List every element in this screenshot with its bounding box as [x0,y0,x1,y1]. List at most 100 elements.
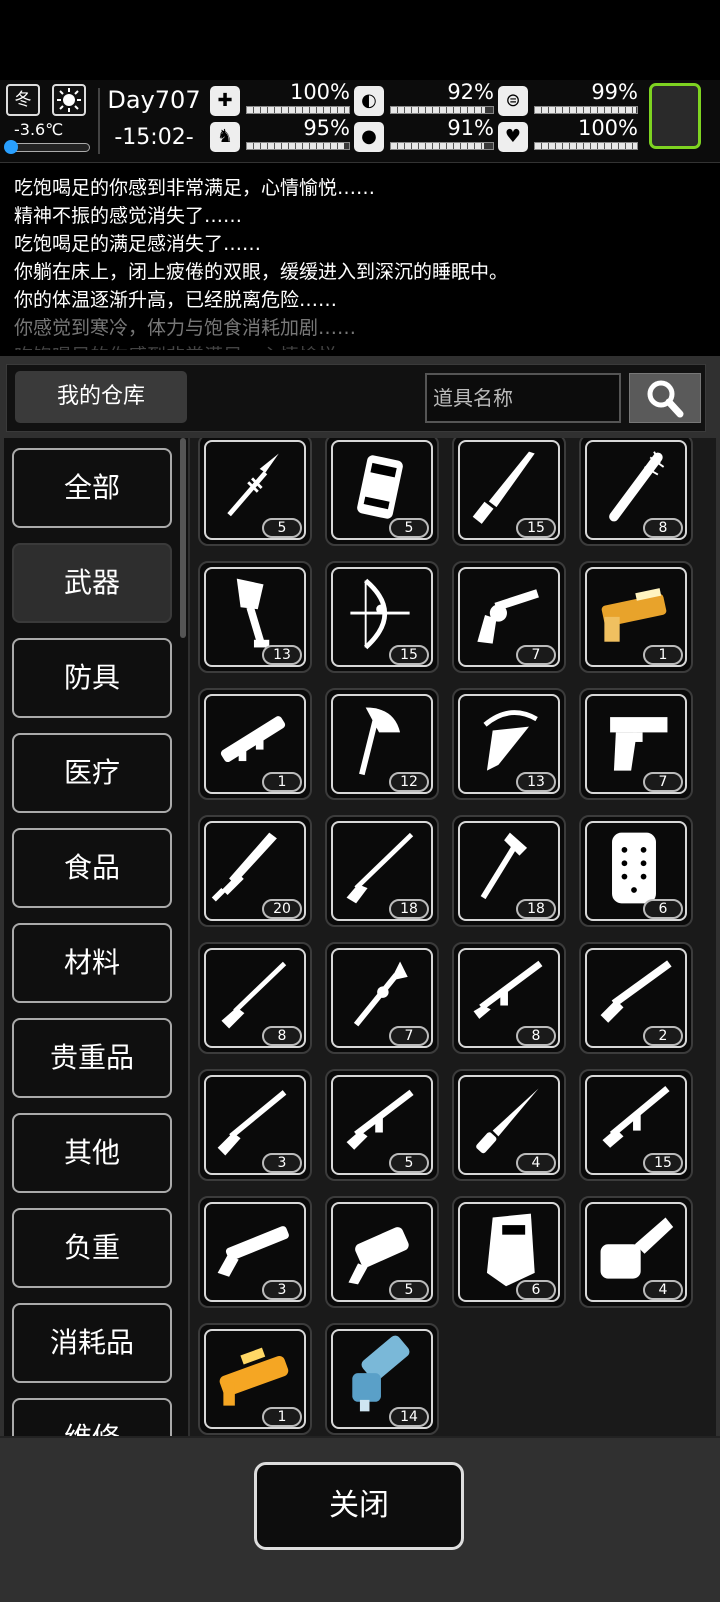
boot-icon: ♞ [210,122,240,152]
medkit-icon: ✚ [210,86,240,116]
stat-thirst: ● 91% [354,116,496,154]
inventory-item[interactable]: 4 [579,1196,693,1308]
item-count-badge: 13 [516,772,556,792]
stat-value: 100% [577,116,638,140]
stomach-icon: ◐ [354,86,384,116]
item-count-badge: 5 [389,518,429,538]
item-count-badge: 20 [262,899,302,919]
inventory-item[interactable]: 1 [198,688,312,800]
inventory-item[interactable]: 8 [198,942,312,1054]
inventory-item[interactable]: 12 [325,688,439,800]
inventory-item[interactable]: 4 [452,1069,566,1181]
inventory-item[interactable]: 7 [325,942,439,1054]
stat-fill [247,107,349,113]
category-medical[interactable]: 医疗 [12,733,172,813]
category-weapons[interactable]: 武器 [12,543,172,623]
category-carry[interactable]: 负重 [12,1208,172,1288]
category-food[interactable]: 食品 [12,828,172,908]
item-count-badge: 7 [516,645,556,665]
item-count-badge: 7 [643,772,683,792]
season-label: 冬 [14,90,32,110]
item-count-badge: 1 [262,772,302,792]
inventory-item[interactable]: 15 [452,438,566,546]
equipped-slot[interactable] [649,83,701,149]
stat-bar [534,106,638,114]
item-count-badge: 18 [516,899,556,919]
item-count-badge: 3 [262,1280,302,1300]
inventory-item[interactable]: 3 [198,1069,312,1181]
item-count-badge: 1 [262,1407,302,1427]
warehouse-title[interactable]: 我的仓库 [15,371,187,423]
inventory-item[interactable]: 7 [452,561,566,673]
search-icon [647,380,684,418]
item-count-badge: 3 [262,1153,302,1173]
inventory-item[interactable]: 5 [325,438,439,546]
close-button[interactable]: 关闭 [254,1462,464,1550]
temperature-knob [4,140,18,154]
inventory-item[interactable]: 13 [452,688,566,800]
item-count-badge: 7 [389,1026,429,1046]
inventory-item[interactable]: 6 [579,815,693,927]
inventory-item[interactable]: 18 [452,815,566,927]
category-consumables[interactable]: 消耗品 [12,1303,172,1383]
stat-bar [390,142,494,150]
inventory-item[interactable]: 1 [579,561,693,673]
day-counter: Day707 [107,86,201,114]
stat-value: 99% [591,80,638,104]
category-valuables[interactable]: 贵重品 [12,1018,172,1098]
category-all[interactable]: 全部 [12,448,172,528]
inventory-item[interactable]: 2 [579,942,693,1054]
inventory-item[interactable]: 1 [198,1323,312,1435]
inventory-item[interactable]: 6 [452,1196,566,1308]
inventory-item[interactable]: 5 [325,1196,439,1308]
inventory-item[interactable]: 8 [452,942,566,1054]
stat-health: ✚ 100% [210,80,352,118]
season-badge: 冬 [6,84,40,116]
item-count-badge: 5 [389,1153,429,1173]
item-count-badge: 15 [389,645,429,665]
inventory-item[interactable]: 8 [579,438,693,546]
log-line: 你的体温逐渐升高，已经脱离危险…… [14,289,338,311]
category-other[interactable]: 其他 [12,1113,172,1193]
inventory-item[interactable]: 7 [579,688,693,800]
stat-value: 92% [447,80,494,104]
item-count-badge: 8 [262,1026,302,1046]
log-line: 吃饱喝足的你感到非常满足，心情愉悦…… [14,342,714,350]
stat-value: 100% [289,80,350,104]
search-button[interactable] [629,373,701,423]
stat-stamina: ♞ 95% [210,116,352,154]
stat-bar [390,106,494,114]
item-search-input[interactable] [425,373,621,423]
category-armor[interactable]: 防具 [12,638,172,718]
inventory-item[interactable]: 15 [579,1069,693,1181]
inventory-item[interactable]: 18 [325,815,439,927]
item-count-badge: 13 [262,645,302,665]
category-sidebar[interactable]: 全部 武器 防具 医疗 食品 材料 贵重品 其他 负重 消耗品 维修 [4,438,188,1520]
sun-icon-glyph [57,88,81,112]
warehouse-panel: 我的仓库 全部 武器 防具 医疗 食品 材料 贵重品 其他 负重 消耗品 维修 … [0,356,720,1602]
inventory-item[interactable]: 5 [198,438,312,546]
log-line: 吃饱喝足的你感到非常满足，心情愉悦…… [14,177,376,199]
item-count-badge: 5 [262,518,302,538]
warehouse-header: 我的仓库 [6,364,706,432]
inventory-item[interactable]: 5 [325,1069,439,1181]
stat-energy: ⊜ 99% [498,80,640,118]
stat-fill [391,107,485,113]
stat-bar [534,142,638,150]
inventory-item[interactable]: 15 [325,561,439,673]
item-count-badge: 6 [516,1280,556,1300]
stat-value: 95% [303,116,350,140]
sun-icon [52,84,86,116]
inventory-item[interactable]: 3 [198,1196,312,1308]
inventory-item[interactable]: 14 [325,1323,439,1435]
stat-mood: ♥ 100% [498,116,640,154]
inventory-item[interactable]: 20 [198,815,312,927]
item-grid[interactable]: 5 5 15 8 13 15 7 1 1 12 13 7 20 18 18 6 8 7 8 2 3 5 4 15 3 5 6 4 1 14 [190,438,716,1520]
item-count-badge: 15 [516,518,556,538]
stat-value: 91% [447,116,494,140]
log-line: 精神不振的感觉消失了…… [14,205,243,227]
item-count-badge: 1 [643,645,683,665]
category-materials[interactable]: 材料 [12,923,172,1003]
inventory-item[interactable]: 13 [198,561,312,673]
sidebar-scrollbar[interactable] [180,438,186,638]
